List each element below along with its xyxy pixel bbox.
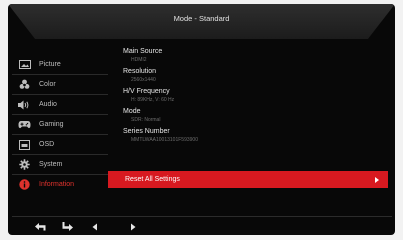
reset-all-settings-button[interactable]: Reset All Settings [108,171,388,188]
gamepad-icon [18,120,31,130]
frequency-value: H: 89KHz, V: 60 Hz [131,97,175,103]
mode-title: Mode - Standard [173,14,230,23]
sidebar-item-label: Information [39,181,75,188]
sidebar-item-picture[interactable]: Picture [12,55,108,75]
palette-icon [18,79,31,90]
sidebar-item-label: Audio [39,101,57,108]
left-arrow-icon[interactable] [88,220,102,234]
sidebar-item-label: Color [39,81,56,88]
sidebar-item-information[interactable]: Information [12,175,108,194]
sidebar-item-label: Picture [39,61,61,68]
sidebar: Picture Color Audio Gaming OSD System In… [12,55,108,194]
picture-icon [18,60,31,70]
osd-icon [18,139,31,150]
back-icon[interactable] [30,220,50,234]
information-panel: Main Source HDMI2 Resolution 2560x1440 H… [123,47,395,147]
sidebar-item-label: OSD [39,141,55,148]
chevron-right-icon [375,176,379,183]
sidebar-item-audio[interactable]: Audio [12,95,108,115]
gear-icon [18,159,31,170]
right-arrow-icon[interactable] [126,220,140,234]
resolution-value: 2560x1440 [131,77,156,83]
main-source-value: HDMI2 [131,57,147,63]
sidebar-item-label: Gaming [39,121,64,128]
mode-label: Mode [123,108,141,115]
navigation-bar [8,220,395,234]
divider [12,216,392,217]
series-number-value: MMTLWAA10013101F593900 [131,137,198,143]
info-icon [18,179,31,190]
sidebar-item-color[interactable]: Color [12,75,108,95]
series-number-label: Series Number [123,128,170,135]
frequency-label: H/V Frequency [123,88,170,95]
sidebar-item-osd[interactable]: OSD [12,135,108,155]
sidebar-item-label: System [39,161,63,168]
main-source-label: Main Source [123,48,163,55]
sidebar-item-system[interactable]: System [12,155,108,175]
speaker-icon [18,100,31,110]
reset-label: Reset All Settings [125,176,180,183]
enter-icon[interactable] [57,220,77,234]
osd-menu: Mode - Standard Picture Color Audio Gami… [8,4,395,235]
mode-value: SDR: Normal [131,117,161,123]
sidebar-item-gaming[interactable]: Gaming [12,115,108,135]
resolution-label: Resolution [123,68,157,75]
